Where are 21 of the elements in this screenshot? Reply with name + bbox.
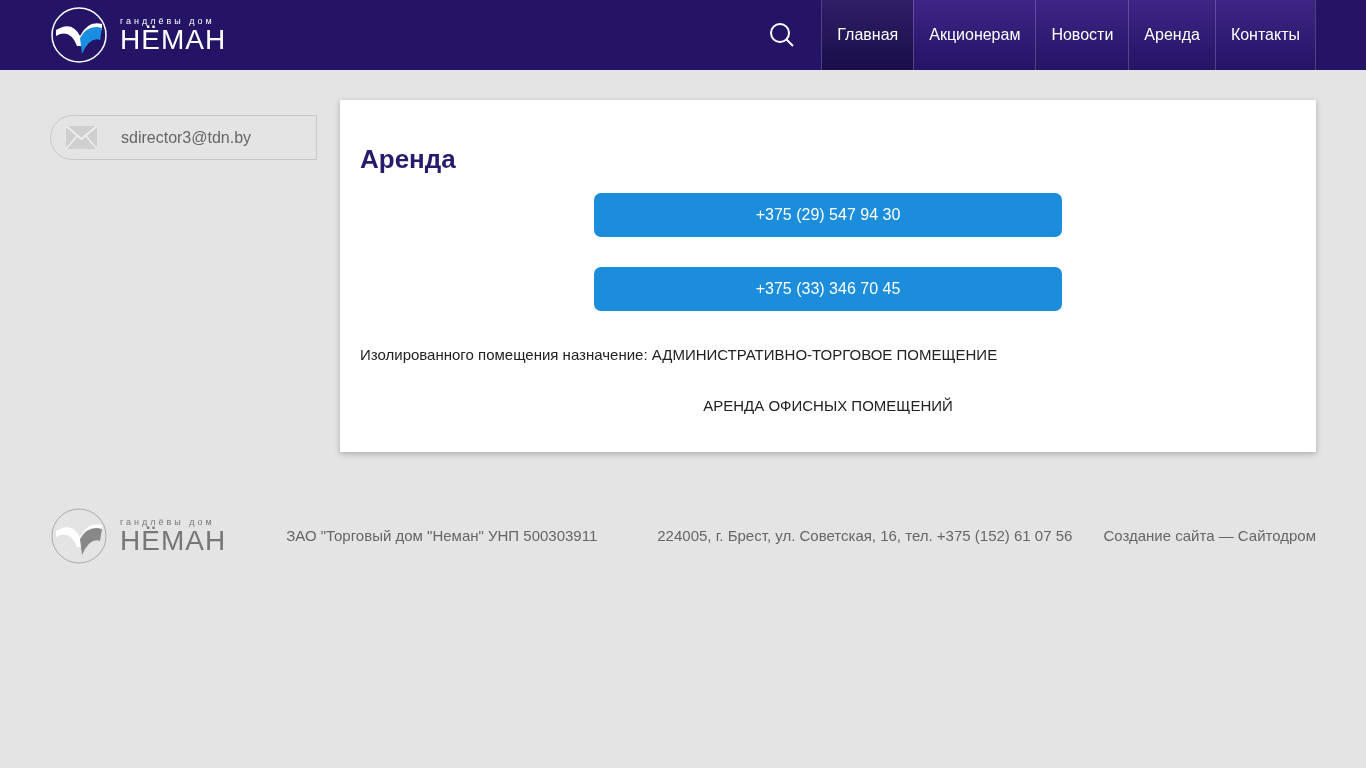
nav-tab[interactable]: Главная [822,0,914,70]
logo-icon [50,507,108,565]
logo-wordmark: НЁМАН [120,25,227,54]
nav-tab[interactable]: Акционерам [913,0,1036,70]
credit-link[interactable]: Создание сайта — Сайтодром [1103,524,1316,548]
page-title: Аренда [360,143,457,176]
nav-tab[interactable]: Контакты [1214,0,1315,70]
envelope-icon [66,126,97,149]
subtitle-text: АРЕНДА ОФИСНЫХ ПОМЕЩЕНИЙ [702,395,954,416]
logo-wordmark: НЁМАН [120,526,227,555]
logo-icon [50,6,108,64]
nav-tab[interactable]: Новости [1035,0,1129,70]
nav-tab[interactable]: Аренда [1128,0,1215,70]
search-icon[interactable] [769,22,796,48]
logo-tagline: гандлёвы дом [120,517,215,527]
phone-button[interactable]: +375 (33) 346 70 45 [594,267,1062,311]
company-info: ЗАО "Торговый дом "Неман" УНП 500303911 [286,525,598,546]
logo-tagline: гандлёвы дом [120,16,215,26]
phone-button[interactable]: +375 (29) 547 94 30 [594,193,1062,237]
address-info: 224005, г. Брест, ул. Советская, 16, тел. +375 (152) 61 07 56 [657,525,1073,546]
description-text: Изолированного помещения назначение: АДМИНИСТРАТИВНО-ТОРГОВОЕ ПОМЕЩЕНИЕ [360,345,999,365]
